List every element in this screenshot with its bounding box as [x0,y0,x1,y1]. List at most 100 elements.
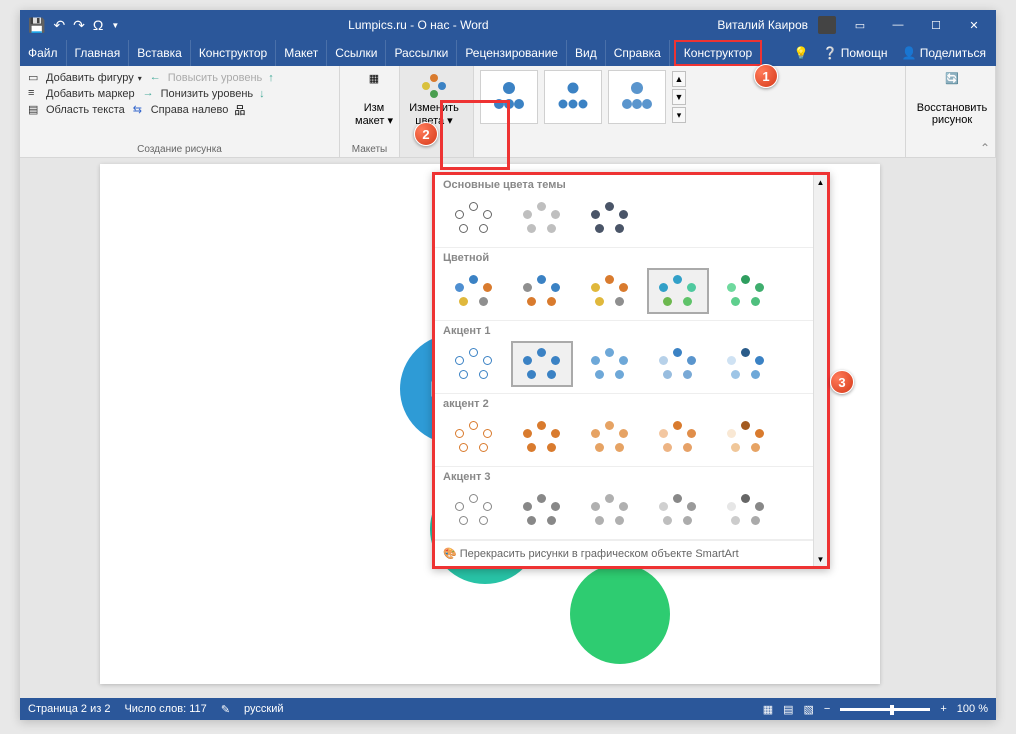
help-button[interactable]: ❔ Помощн [822,46,887,60]
tab-view[interactable]: Вид [567,40,606,66]
dropdown-section-title: акцент 2 [443,398,819,410]
styles-up-icon[interactable]: ▲ [672,71,686,87]
web-layout-icon[interactable]: ▧ [804,703,814,716]
smartart-style-3[interactable] [608,70,666,124]
color-swatch[interactable] [443,268,505,314]
tab-references[interactable]: Ссылки [327,40,386,66]
document-title: Lumpics.ru - О нас - Word [127,18,709,32]
color-swatch[interactable] [647,341,709,387]
close-icon[interactable]: ✕ [960,15,988,35]
tab-review[interactable]: Рецензирование [457,40,567,66]
ribbon-group-colors: Изменитьцвета ▾ [400,66,474,157]
scroll-up-icon[interactable]: ▲ [814,175,827,189]
move-down-icon[interactable]: ↓ [259,88,265,100]
change-layout-button[interactable]: ▦ Изммакет ▾ [346,70,402,129]
color-swatch[interactable] [443,487,505,533]
color-swatch[interactable] [579,195,641,241]
read-mode-icon[interactable]: ▦ [763,703,773,716]
title-bar: 💾 ↶ ↷ Ω ▼ Lumpics.ru - О нас - Word Вита… [20,10,996,40]
proofing-icon[interactable]: ✎ [221,703,230,716]
add-bullet-button[interactable]: ≡Добавить маркер [26,86,137,102]
demote-button[interactable]: →Понизить уровень [141,86,256,102]
tab-help[interactable]: Справка [606,40,670,66]
ribbon-options-icon[interactable]: ▭ [846,15,874,35]
color-swatch[interactable] [511,268,573,314]
colors-icon [420,72,448,100]
color-swatch[interactable] [443,341,505,387]
tell-me-icon[interactable]: 💡 [793,46,808,60]
dropdown-section-title: Акцент 3 [443,471,819,483]
color-swatch[interactable] [511,414,573,460]
reset-graphic-button[interactable]: 🔄 Восстановитьрисунок [912,70,992,128]
dropdown-scrollbar[interactable]: ▲ ▼ [813,175,827,566]
move-up-icon[interactable]: ↑ [268,72,274,84]
minimize-icon[interactable]: — [884,15,912,35]
smartart-node-3[interactable] [570,564,670,664]
group-label-layouts: Макеты [346,144,393,155]
color-swatch[interactable] [647,268,709,314]
change-colors-button[interactable]: Изменитьцвета ▾ [406,70,462,129]
save-icon[interactable]: 💾 [28,17,45,34]
color-swatch[interactable] [443,195,505,241]
zoom-slider[interactable] [840,708,930,711]
tab-home[interactable]: Главная [67,40,130,66]
ribbon-tabs: Файл Главная Вставка Конструктор Макет С… [20,40,996,66]
undo-icon[interactable]: ↶ [53,17,65,34]
color-swatch[interactable] [715,487,777,533]
callout-marker-1: 1 [754,64,778,88]
share-button[interactable]: 👤 Поделиться [901,46,986,60]
text-pane-icon: ▤ [28,103,42,117]
styles-more-icon[interactable]: ▾ [672,107,686,123]
change-colors-dropdown: Основные цвета темыЦветнойАкцент 1акцент… [432,172,830,569]
user-avatar[interactable] [818,16,836,34]
color-swatch[interactable] [715,341,777,387]
language-indicator[interactable]: русский [244,703,283,715]
smartart-style-1[interactable] [480,70,538,124]
tab-mailings[interactable]: Рассылки [386,40,457,66]
dropdown-footer[interactable]: 🎨 Перекрасить рисунки в графическом объе… [435,540,827,566]
styles-down-icon[interactable]: ▼ [672,89,686,105]
smartart-style-2[interactable] [544,70,602,124]
color-swatch[interactable] [647,414,709,460]
add-shape-button[interactable]: ▭Добавить фигуру ▾ [26,70,144,86]
maximize-icon[interactable]: ☐ [922,15,950,35]
color-swatch[interactable] [443,414,505,460]
omega-icon[interactable]: Ω [93,17,103,33]
dropdown-section: Основные цвета темы [435,175,827,248]
text-pane-button[interactable]: ▤Область текста [26,102,127,118]
color-swatch[interactable] [715,268,777,314]
promote-button: ←Повысить уровень [148,70,265,86]
print-layout-icon[interactable]: ▤ [783,703,793,716]
qat-dropdown-icon[interactable]: ▼ [111,21,119,30]
tab-layout[interactable]: Макет [276,40,327,66]
layout-icon[interactable]: 品 [234,102,245,118]
collapse-ribbon-icon[interactable]: ⌃ [980,141,990,155]
tab-insert[interactable]: Вставка [129,40,191,66]
redo-icon[interactable]: ↷ [73,17,85,34]
zoom-out-icon[interactable]: − [824,703,830,715]
user-name[interactable]: Виталий Каиров [717,18,808,32]
color-swatch[interactable] [511,341,573,387]
rtl-button[interactable]: ⇆Справа налево [131,102,231,118]
tab-design[interactable]: Конструктор [191,40,276,66]
status-bar: Страница 2 из 2 Число слов: 117 ✎ русски… [20,698,996,720]
dropdown-section: акцент 2 [435,394,827,467]
tab-file[interactable]: Файл [20,40,67,66]
page-indicator[interactable]: Страница 2 из 2 [28,703,110,715]
color-swatch[interactable] [715,414,777,460]
dropdown-section-title: Основные цвета темы [443,179,819,191]
color-swatch[interactable] [579,487,641,533]
word-count[interactable]: Число слов: 117 [124,703,206,715]
color-swatch[interactable] [579,414,641,460]
zoom-level[interactable]: 100 % [957,703,988,715]
tab-smartart-design[interactable]: Конструктор [674,40,762,66]
color-swatch[interactable] [579,341,641,387]
zoom-in-icon[interactable]: + [940,703,946,715]
color-swatch[interactable] [579,268,641,314]
color-swatch[interactable] [511,487,573,533]
scroll-down-icon[interactable]: ▼ [814,552,827,566]
color-swatch[interactable] [647,487,709,533]
color-swatch[interactable] [511,195,573,241]
title-right: Виталий Каиров ▭ — ☐ ✕ [709,15,996,35]
dropdown-section: Акцент 1 [435,321,827,394]
